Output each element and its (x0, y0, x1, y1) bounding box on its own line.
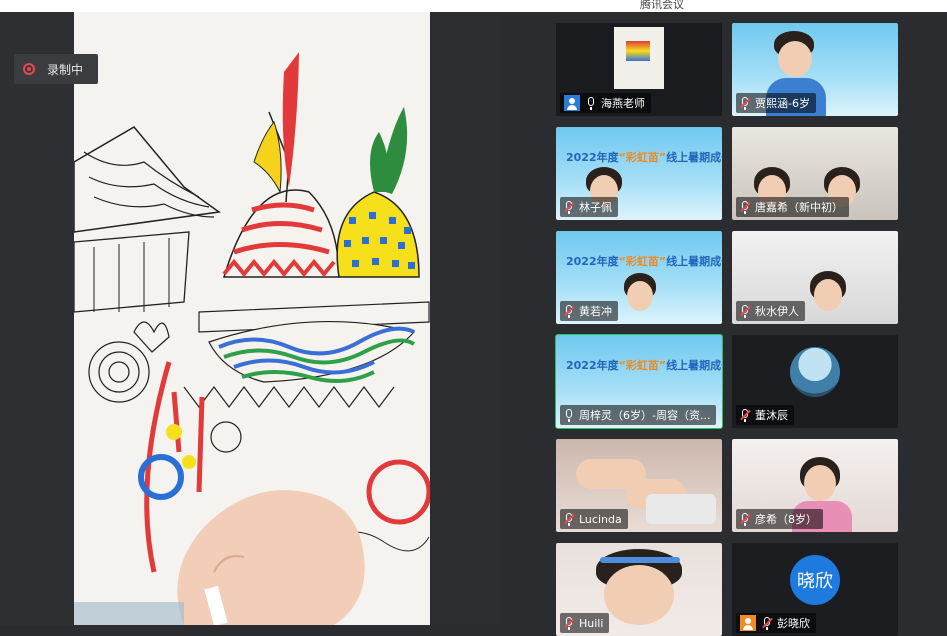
mic-icon (586, 96, 596, 110)
mic-muted-icon (762, 616, 773, 630)
participant-tile[interactable]: 2022年度“彩虹苗”线上暑期成长营 黄若冲 (556, 231, 722, 324)
participant-nameplate: Huili (560, 613, 610, 633)
host-icon (564, 95, 580, 111)
avatar (790, 347, 840, 397)
top-bar: 腾讯会议 (0, 0, 947, 12)
mic-muted-icon (564, 512, 575, 526)
mic-muted-icon (564, 304, 575, 318)
left-strip (0, 12, 74, 625)
participant-nameplate: 彭晓欣 (736, 613, 816, 633)
participant-tile[interactable]: 董沐辰 (732, 335, 898, 428)
participant-name: Huili (579, 616, 604, 630)
mic-muted-icon (564, 616, 575, 630)
window-title: 腾讯会议 (640, 0, 684, 11)
participant-name: 董沐辰 (755, 409, 788, 422)
participant-name: 唐嘉希（新中初） (755, 201, 843, 214)
participant-name: 彭晓欣 (777, 617, 810, 630)
recording-badge[interactable]: 录制中 (14, 54, 98, 84)
banner-text: 2022年度“彩虹苗”线上暑期成长营 (566, 151, 722, 164)
participant-name: 彦希（8岁） (755, 513, 817, 526)
participant-tile[interactable]: 贾熙涵-6岁 (732, 23, 898, 116)
participant-name: 贾熙涵-6岁 (755, 97, 810, 110)
banner-text: 2022年度“彩虹苗”线上暑期成长营 (566, 359, 722, 372)
participant-tile[interactable]: 唐嘉希（新中初） (732, 127, 898, 220)
participant-tile[interactable]: Huili (556, 543, 722, 636)
participant-name: 周梓灵（6岁）-周容（资... (579, 409, 711, 422)
mic-muted-icon (740, 512, 751, 526)
participant-nameplate: Lucinda (560, 509, 628, 529)
participant-tile[interactable]: 秋水伊人 (732, 231, 898, 324)
participant-name: Lucinda (579, 512, 622, 526)
participant-name: 林子佩 (579, 201, 612, 214)
mic-muted-icon (740, 304, 751, 318)
mic-muted-icon (740, 200, 751, 214)
participant-tile[interactable]: 彦希（8岁） (732, 439, 898, 532)
participant-nameplate: 贾熙涵-6岁 (736, 93, 816, 113)
record-icon (23, 63, 35, 75)
mic-muted-icon (740, 408, 751, 422)
participant-nameplate: 彦希（8岁） (736, 509, 823, 529)
participant-gallery: 海燕老师 贾熙涵-6岁 2022年度“彩虹苗”线上暑期成长营 林子佩 (502, 12, 947, 636)
mic-muted-icon (564, 200, 575, 214)
mic-icon (564, 408, 574, 422)
divider-gap (430, 12, 502, 625)
participant-nameplate: 林子佩 (560, 197, 618, 217)
participant-name: 海燕老师 (601, 97, 645, 110)
host-icon (740, 615, 756, 631)
participant-nameplate: 海燕老师 (560, 93, 651, 113)
participant-tile[interactable]: 晓欣 彭晓欣 (732, 543, 898, 636)
participant-name: 秋水伊人 (755, 305, 799, 318)
participant-nameplate: 周梓灵（6岁）-周容（资... (560, 405, 717, 425)
participant-nameplate: 秋水伊人 (736, 301, 805, 321)
participant-nameplate: 黄若冲 (560, 301, 618, 321)
participant-tile[interactable]: Lucinda (556, 439, 722, 532)
participant-nameplate: 董沐辰 (736, 405, 794, 425)
shared-drawing (74, 12, 430, 625)
participant-tile-active-speaker[interactable]: 2022年度“彩虹苗”线上暑期成长营 周梓灵（6岁）-周容（资... (555, 334, 723, 429)
participant-tile[interactable]: 海燕老师 (556, 23, 722, 116)
banner-text: 2022年度“彩虹苗”线上暑期成长营 (566, 255, 722, 268)
screen-share-view (74, 12, 430, 625)
participant-tile[interactable]: 2022年度“彩虹苗”线上暑期成长营 林子佩 (556, 127, 722, 220)
mic-muted-icon (740, 96, 751, 110)
participant-name: 黄若冲 (579, 305, 612, 318)
recording-label: 录制中 (47, 62, 84, 77)
avatar: 晓欣 (790, 555, 840, 605)
participant-nameplate: 唐嘉希（新中初） (736, 197, 849, 217)
